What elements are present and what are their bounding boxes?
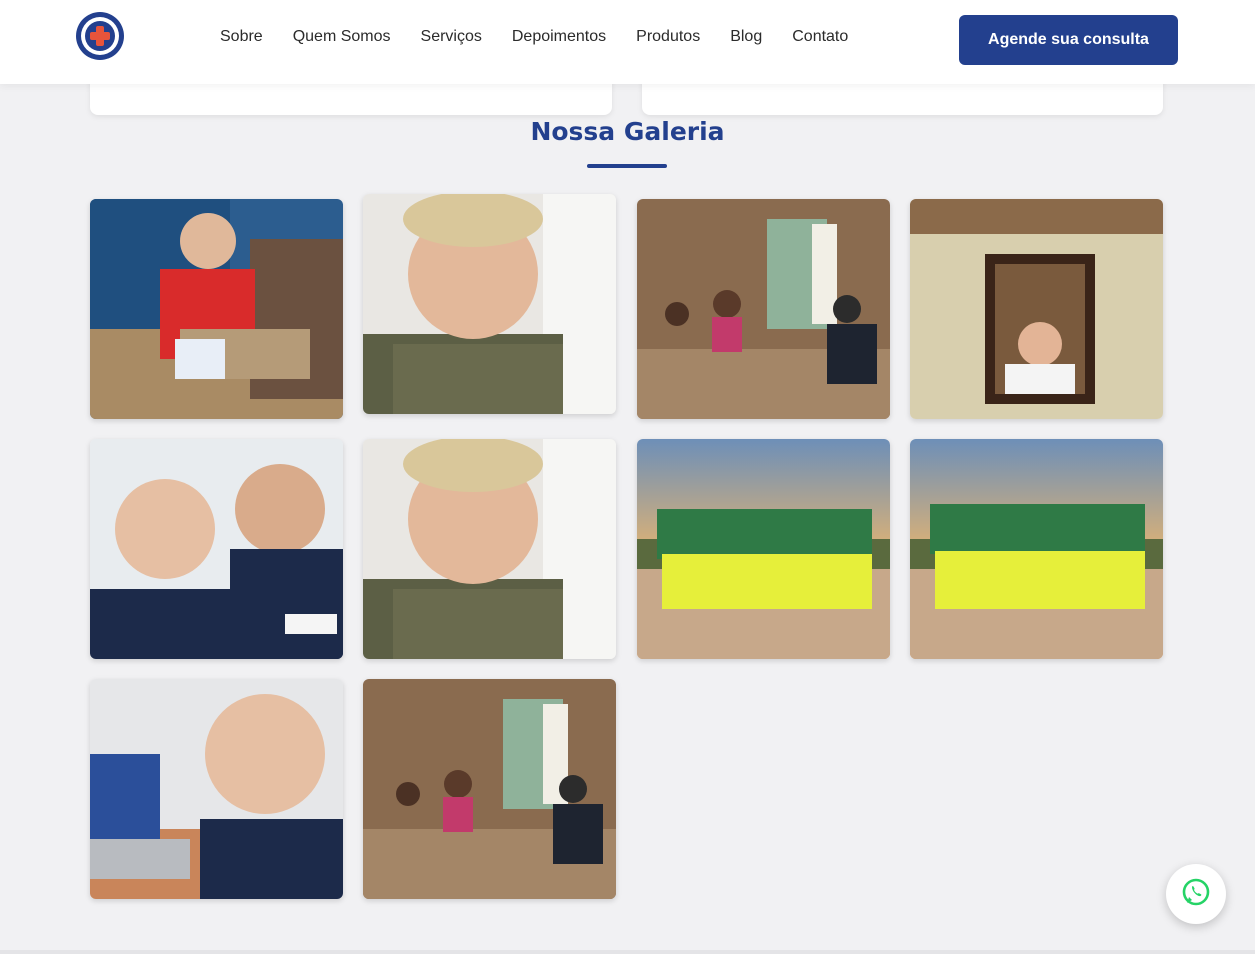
gallery-photo[interactable]	[90, 679, 343, 899]
gallery-photo[interactable]	[363, 194, 616, 414]
nav-sobre[interactable]: Sobre	[220, 28, 263, 46]
main-nav: Sobre Quem Somos Serviços Depoimentos Pr…	[220, 28, 848, 46]
whatsapp-icon	[1181, 877, 1211, 912]
nav-blog[interactable]: Blog	[730, 28, 762, 46]
gallery-photo[interactable]	[910, 439, 1163, 659]
nav-produtos[interactable]: Produtos	[636, 28, 700, 46]
gallery-title: Nossa Galeria	[530, 117, 725, 146]
gallery-photo[interactable]	[637, 199, 890, 419]
title-underline	[587, 164, 667, 168]
gallery-photo[interactable]	[363, 439, 616, 659]
nav-contato[interactable]: Contato	[792, 28, 848, 46]
nav-depoimentos[interactable]: Depoimentos	[512, 28, 606, 46]
gallery-photo[interactable]	[90, 439, 343, 659]
gallery-photo[interactable]	[363, 679, 616, 899]
gallery-photo[interactable]	[90, 199, 343, 419]
nav-quem-somos[interactable]: Quem Somos	[293, 28, 391, 46]
gallery-photo[interactable]	[637, 439, 890, 659]
footer-divider	[0, 950, 1255, 954]
gallery-photo[interactable]	[910, 199, 1163, 419]
whatsapp-button[interactable]	[1166, 864, 1226, 924]
logo[interactable]	[75, 11, 125, 61]
schedule-button[interactable]: Agende sua consulta	[959, 15, 1178, 65]
nav-servicos[interactable]: Serviços	[421, 28, 482, 46]
site-header: Sobre Quem Somos Serviços Depoimentos Pr…	[0, 0, 1255, 84]
